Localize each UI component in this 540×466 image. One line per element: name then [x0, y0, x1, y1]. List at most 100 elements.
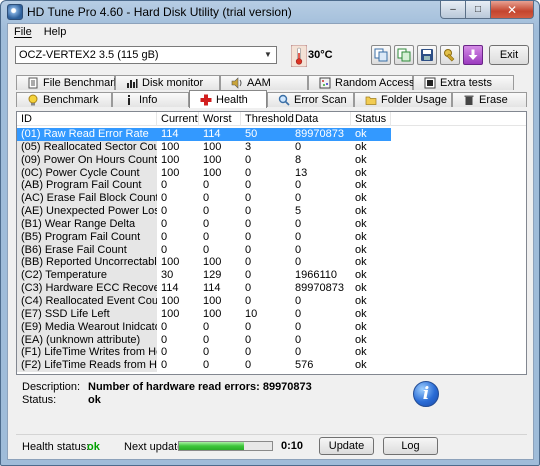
next-update-value: 0:10: [281, 440, 304, 452]
cell-data: 8: [295, 153, 302, 166]
window-title: HD Tune Pro 4.60 - Hard Disk Utility (tr…: [27, 5, 292, 19]
cell-threshold: 0: [245, 205, 252, 218]
cell-worst: 0: [203, 230, 210, 243]
drive-select[interactable]: OCZ-VERTEX2 3.5 (115 gB) ▼: [15, 46, 277, 64]
file-icon: [28, 77, 38, 89]
table-row[interactable]: (AC) Erase Fail Block Count 0 0 0 0 ok: [17, 192, 526, 206]
cell-current: 0: [161, 217, 168, 230]
log-button[interactable]: Log: [383, 437, 438, 455]
column-header-threshold[interactable]: Threshold: [241, 112, 294, 126]
table-row[interactable]: (F2) LifeTime Reads from Host 0 0 0 576 ok: [17, 359, 526, 373]
table-row[interactable]: (B1) Wear Range Delta 0 0 0 0 ok: [17, 217, 526, 231]
column-header-data[interactable]: Data: [291, 112, 351, 126]
column-header-id[interactable]: ID: [17, 112, 157, 126]
tab-file-benchmark[interactable]: File Benchmark: [16, 75, 119, 90]
tab-folder-usage[interactable]: Folder Usage: [354, 92, 452, 107]
app-icon: [7, 4, 23, 20]
save-button[interactable]: [417, 45, 437, 65]
table-row[interactable]: (01) Raw Read Error Rate 114 114 50 89970873…: [17, 128, 526, 141]
tab-erase[interactable]: Erase: [452, 92, 527, 107]
cell-worst: 0: [203, 243, 210, 256]
cell-id: (BB) Reported Uncorrectable Errors: [17, 256, 157, 270]
cell-id: (B5) Program Fail Count: [17, 230, 157, 244]
table-row[interactable]: (05) Reallocated Sector Count 100 100 3 0 ok: [17, 140, 526, 154]
tab-disk-monitor[interactable]: Disk monitor: [115, 75, 220, 90]
cell-id: (01) Raw Read Error Rate: [17, 128, 157, 141]
save-icon: [421, 49, 433, 61]
tab-info[interactable]: Info: [112, 92, 189, 107]
cell-current: 0: [161, 230, 168, 243]
table-row[interactable]: (0C) Power Cycle Count 100 100 0 13 ok: [17, 166, 526, 180]
table-row[interactable]: (E9) Media Wearout Inidcator 0 0 0 0 ok: [17, 320, 526, 334]
table-row[interactable]: (B6) Erase Fail Count 0 0 0 0 ok: [17, 243, 526, 257]
cell-current: 100: [161, 153, 180, 166]
cell-worst: 0: [203, 192, 210, 205]
table-row[interactable]: (F1) LifeTime Writes from Host 0 0 0 0 ok: [17, 346, 526, 360]
table-row[interactable]: (E7) SSD Life Left 100 100 10 0 ok: [17, 307, 526, 321]
cell-data: 0: [295, 230, 302, 243]
maximize-button[interactable]: □: [466, 1, 491, 19]
cell-data: 89970873: [295, 282, 344, 295]
update-button[interactable]: Update: [319, 437, 374, 455]
cell-id: (F2) LifeTime Reads from Host: [17, 359, 157, 373]
tab-error-scan[interactable]: Error Scan: [267, 92, 354, 107]
description-panel: Description: Number of hardware read err…: [16, 380, 527, 427]
cell-threshold: 0: [245, 256, 252, 269]
cell-id: (E9) Media Wearout Inidcator: [17, 320, 157, 334]
table-row[interactable]: (BB) Reported Uncorrectable Errors 100 100…: [17, 256, 526, 270]
cell-current: 100: [161, 166, 180, 179]
app-window: HD Tune Pro 4.60 - Hard Disk Utility (tr…: [0, 0, 540, 466]
cell-worst: 0: [203, 205, 210, 218]
copy-text-button[interactable]: [371, 45, 391, 65]
cell-status: ok: [355, 140, 367, 153]
copy-screenshot-button[interactable]: [394, 45, 414, 65]
cell-id: (09) Power On Hours Count: [17, 153, 157, 167]
menu-file[interactable]: File: [14, 24, 32, 40]
tab-aam[interactable]: AAM: [220, 75, 308, 90]
tab-extra-tests[interactable]: Extra tests: [413, 75, 514, 90]
cell-current: 114: [157, 128, 199, 141]
minimize-button[interactable]: –: [440, 1, 466, 19]
cell-data: 0: [295, 243, 302, 256]
column-header-status[interactable]: Status: [351, 112, 391, 126]
wrench-icon: [444, 49, 455, 62]
cell-threshold: 0: [245, 346, 252, 359]
table-row[interactable]: (C2) Temperature 30 129 0 1966110 ok: [17, 269, 526, 283]
table-row[interactable]: (C4) Reallocated Event Count 100 100 0 0 ok: [17, 294, 526, 308]
cell-data: 0: [295, 256, 302, 269]
tab-random-access[interactable]: Random Access: [308, 75, 414, 90]
cell-data: 576: [295, 359, 314, 372]
table-row[interactable]: (C3) Hardware ECC Recovered 114 114 0 899708…: [17, 282, 526, 295]
folder-icon: [365, 96, 377, 105]
description-value: Number of hardware read errors: 89970873: [88, 381, 312, 393]
cell-data: 5: [295, 205, 302, 218]
status-value: ok: [88, 394, 101, 406]
column-header-current[interactable]: Current: [157, 112, 199, 126]
exit-button[interactable]: Exit: [489, 45, 529, 65]
table-row[interactable]: (09) Power On Hours Count 100 100 0 8 ok: [17, 153, 526, 167]
table-row[interactable]: (AB) Program Fail Count 0 0 0 0 ok: [17, 179, 526, 193]
cell-status: ok: [355, 282, 367, 295]
cell-threshold: 0: [245, 192, 252, 205]
tab-benchmark[interactable]: Benchmark: [16, 92, 112, 107]
table-row[interactable]: (B5) Program Fail Count 0 0 0 0 ok: [17, 230, 526, 244]
tab-label: Benchmark: [43, 94, 99, 106]
copy-icon: [374, 48, 388, 62]
toolbar: OCZ-VERTEX2 3.5 (115 gB) ▼ 30°C Exit: [8, 41, 533, 69]
table-row[interactable]: (EA) (unknown attribute) 0 0 0 0 ok: [17, 333, 526, 347]
plus-icon: [200, 94, 212, 106]
table-row[interactable]: (AE) Unexpected Power Loss Count 0 0 0 5 ok: [17, 205, 526, 218]
cell-id: (EA) (unknown attribute): [17, 333, 157, 347]
tab-health[interactable]: Health: [189, 90, 267, 108]
options-button[interactable]: [440, 45, 460, 65]
close-button[interactable]: ✕: [491, 1, 534, 19]
search-icon: [278, 94, 290, 106]
column-header-worst[interactable]: Worst: [199, 112, 241, 126]
cell-data: 0: [295, 320, 302, 333]
tabs-top-row: File Benchmark Disk monitor AAM Random A…: [16, 75, 514, 90]
cell-status: ok: [355, 269, 367, 282]
download-button[interactable]: [463, 45, 483, 65]
menu-help[interactable]: Help: [44, 24, 67, 40]
cell-threshold: 0: [245, 179, 252, 192]
tabs-bottom-row: Benchmark Info Health Error Scan Folder …: [16, 90, 527, 108]
